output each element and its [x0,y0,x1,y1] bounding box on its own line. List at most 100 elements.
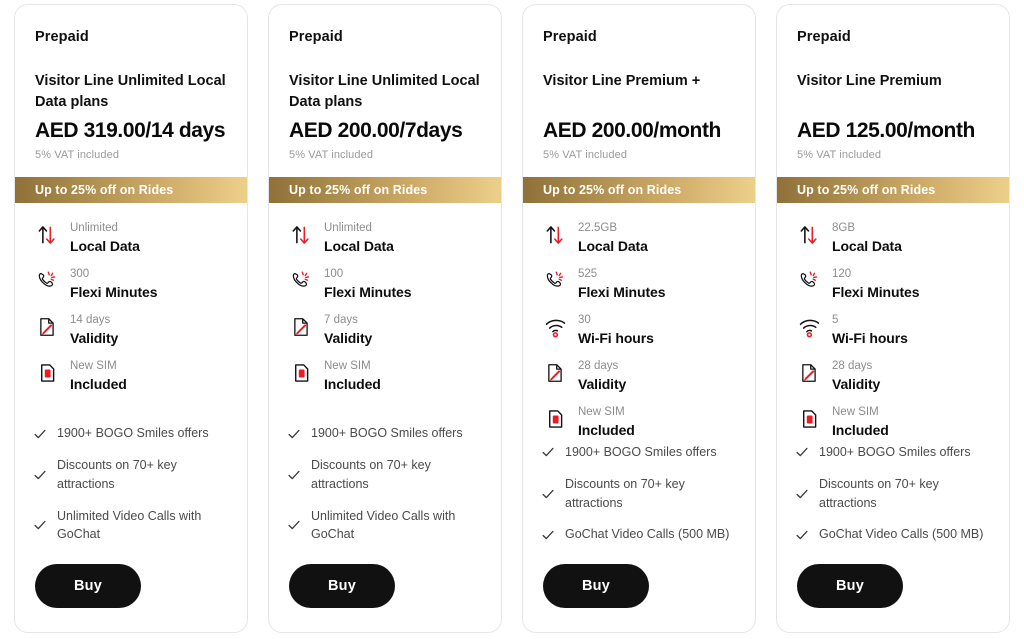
vat-note: 5% VAT included [797,149,882,161]
plan-price: AED 200.00/7days [289,119,463,143]
buy-button-container: Buy [523,544,755,632]
ringing-phone-icon [543,267,567,293]
ringing-phone-icon [289,267,313,293]
check-icon [795,445,809,459]
feature-label: Flexi Minutes [578,283,666,300]
feature-row: 30 Wi-Fi hours [543,313,735,348]
feature-list: 22.5GB Local Data 525 Flexi Minutes 30 W… [523,203,755,441]
vat-note: 5% VAT included [543,149,628,161]
feature-label: Local Data [832,237,902,254]
plan-card: Prepaid Visitor Line Premium AED 125.00/… [776,4,1010,633]
feature-label: Included [832,421,889,438]
data-transfer-icon [543,221,567,247]
wifi-icon [797,313,821,339]
benefit-row: 1900+ BOGO Smiles offers [33,424,227,443]
plan-title: Visitor Line Unlimited Local Data plans [35,73,226,111]
plan-type-label: Prepaid [35,29,89,45]
feature-label: Flexi Minutes [70,283,158,300]
sim-card-icon [289,359,313,385]
document-pencil-icon [543,359,567,385]
buy-button[interactable]: Buy [35,564,141,608]
feature-value: 28 days [578,360,619,373]
plan-price: AED 200.00/month [543,119,721,142]
feature-row: Unlimited Local Data [35,221,227,256]
benefit-row: Discounts on 70+ key attractions [541,475,735,513]
benefit-text: GoChat Video Calls (500 MB) [819,527,984,542]
feature-label: Validity [324,329,373,346]
benefit-text: Discounts on 70+ key attractions [819,476,939,510]
feature-label: Included [578,421,635,438]
check-icon [287,427,301,441]
card-header: Prepaid Visitor Line Unlimited Local Dat… [15,5,247,161]
benefit-text: Discounts on 70+ key attractions [57,458,177,491]
sim-card-icon [543,405,567,431]
feature-value: 28 days [832,360,873,373]
feature-row: 100 Flexi Minutes [289,267,481,302]
benefit-text: Unlimited Video Calls with GoChat [311,508,456,542]
benefit-list: 1900+ BOGO Smiles offers Discounts on 70… [777,443,1009,544]
feature-row: New SIM Included [35,359,227,394]
feature-list: Unlimited Local Data 300 Flexi Minutes 1 [15,203,247,394]
benefit-text: GoChat Video Calls (500 MB) [565,527,730,542]
plan-price: AED 319.00/14 days [35,119,226,143]
feature-label: Validity [832,375,881,392]
feature-value: 8GB [832,222,856,234]
feature-row: 5 Wi-Fi hours [797,313,989,348]
feature-value: New SIM [324,360,371,373]
feature-label: Flexi Minutes [324,283,412,300]
feature-row: New SIM Included [289,359,481,394]
benefit-row: Unlimited Video Calls with GoChat [33,507,227,545]
feature-label: Local Data [324,237,394,254]
feature-row: 28 days Validity [543,359,735,394]
document-pencil-icon [797,359,821,385]
check-icon [287,518,301,532]
benefit-text: 1900+ BOGO Smiles offers [819,445,971,459]
benefit-list: 1900+ BOGO Smiles offers Discounts on 70… [523,443,755,544]
check-icon [795,528,809,542]
plan-type-label: Prepaid [289,29,343,45]
benefit-text: 1900+ BOGO Smiles offers [57,426,209,441]
data-transfer-icon [35,221,59,247]
benefit-row: GoChat Video Calls (500 MB) [541,525,735,544]
benefit-text: Unlimited Video Calls with GoChat [57,508,202,542]
check-icon [33,427,47,441]
benefit-row: 1900+ BOGO Smiles offers [541,443,735,462]
plan-card: Prepaid Visitor Line Unlimited Local Dat… [268,4,502,633]
benefit-text: Discounts on 70+ key attractions [311,458,431,491]
feature-value: 100 [324,268,344,281]
promo-banner: Up to 25% off on Rides [777,177,1009,203]
benefit-text: Discounts on 70+ key attractions [565,476,685,510]
vat-note: 5% VAT included [289,149,374,162]
buy-button[interactable]: Buy [797,564,903,608]
plan-cards-grid: Prepaid Visitor Line Unlimited Local Dat… [0,0,1024,639]
buy-button[interactable]: Buy [543,564,649,608]
promo-banner: Up to 25% off on Rides [523,177,755,203]
benefit-text: 1900+ BOGO Smiles offers [311,426,463,441]
feature-row: 120 Flexi Minutes [797,267,989,302]
plan-title: Visitor Line Premium + [543,73,701,89]
buy-button[interactable]: Buy [289,564,395,608]
feature-value: New SIM [832,406,879,419]
ringing-phone-icon [35,267,59,293]
vat-note: 5% VAT included [35,149,120,162]
feature-row: 7 days Validity [289,313,481,348]
benefit-text: 1900+ BOGO Smiles offers [565,445,717,459]
plan-type-label: Prepaid [543,29,597,45]
ringing-phone-icon [797,267,821,293]
check-icon [541,445,555,459]
feature-row: 28 days Validity [797,359,989,394]
plan-title: Visitor Line Premium [797,73,942,89]
benefit-row: Unlimited Video Calls with GoChat [287,507,481,545]
check-icon [287,468,301,482]
feature-label: Local Data [70,237,140,254]
benefit-row: GoChat Video Calls (500 MB) [795,525,989,544]
wifi-icon [543,313,567,339]
benefit-row: Discounts on 70+ key attractions [33,456,227,494]
plan-type-label: Prepaid [797,29,851,45]
feature-value: 30 [578,314,591,327]
promo-banner: Up to 25% off on Rides [269,177,501,204]
feature-list: Unlimited Local Data 100 Flexi Minutes 7 [269,203,501,394]
check-icon [795,487,809,501]
document-pencil-icon [289,313,313,339]
feature-value: Unlimited [324,222,372,235]
